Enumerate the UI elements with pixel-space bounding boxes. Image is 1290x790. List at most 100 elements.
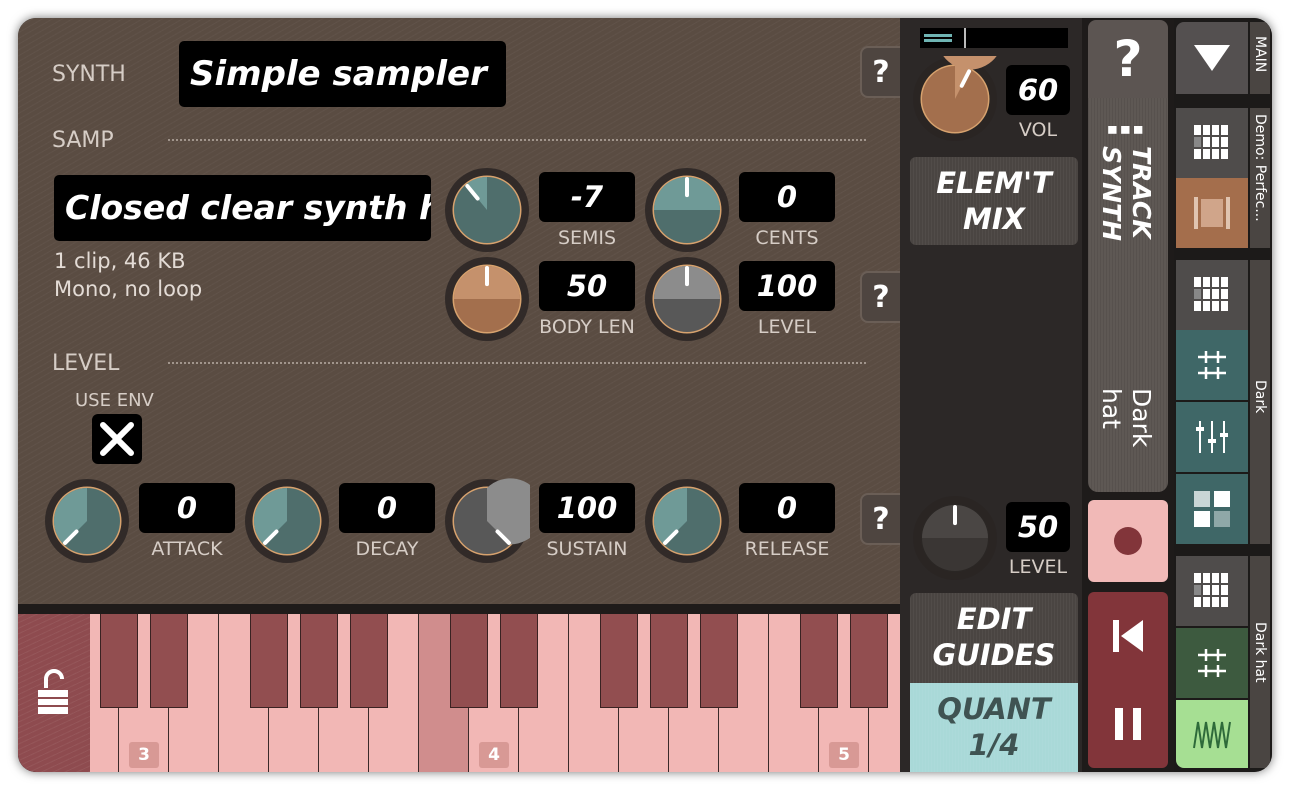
mixer-column: 60 VOL ELEM'T MIX 50 LEVEL EDIT GUIDES Q…: [900, 18, 1082, 772]
help-button[interactable]: ?: [860, 46, 900, 98]
record-button[interactable]: [1088, 500, 1168, 582]
mixer-level-label: LEVEL: [1008, 556, 1068, 578]
black-key[interactable]: [350, 614, 388, 708]
octave-label: 4: [479, 742, 509, 768]
black-key[interactable]: [250, 614, 288, 708]
decay-knob[interactable]: [244, 478, 330, 564]
sliders-button[interactable]: [1176, 402, 1248, 472]
sample-info-mono: Mono, no loop: [54, 277, 203, 301]
group3-tag: Dark hat: [1250, 556, 1270, 768]
sustain-label: SUSTAIN: [546, 538, 628, 560]
vol-value[interactable]: 60: [1006, 65, 1070, 115]
pads-button[interactable]: [1176, 474, 1248, 544]
samp-section-label: SAMP: [52, 128, 114, 153]
sample-info-clips: 1 clip, 46 KB: [54, 249, 186, 273]
attack-knob[interactable]: [44, 478, 130, 564]
synth-label: SYNTH: [52, 62, 126, 87]
quant-button[interactable]: QUANT 1/4: [910, 683, 1078, 772]
black-key[interactable]: [800, 614, 838, 708]
vol-label: VOL: [1018, 119, 1058, 141]
semis-value[interactable]: -7: [539, 172, 635, 222]
body-len-value[interactable]: 50: [539, 261, 635, 311]
collapse-button[interactable]: [1176, 22, 1248, 94]
black-key[interactable]: [600, 614, 638, 708]
black-key[interactable]: [150, 614, 188, 708]
semis-label: SEMIS: [557, 227, 617, 249]
level-divider: [168, 362, 866, 364]
black-key[interactable]: [650, 614, 688, 708]
routing-button-2[interactable]: [1176, 628, 1248, 698]
pads-icon: [1194, 491, 1230, 527]
black-key[interactable]: [450, 614, 488, 708]
black-key[interactable]: [850, 614, 888, 708]
octave-label: 3: [129, 742, 159, 768]
black-key[interactable]: [300, 614, 338, 708]
group3-label: Dark hat: [1252, 622, 1268, 683]
decay-label: DECAY: [355, 538, 419, 560]
cents-knob[interactable]: [644, 167, 730, 253]
body-len-knob[interactable]: [444, 256, 530, 342]
triangle-down-icon: [1194, 45, 1230, 71]
attack-label: ATTACK: [151, 538, 223, 560]
sustain-value[interactable]: 100: [539, 483, 635, 533]
black-key[interactable]: [500, 614, 538, 708]
routing-button[interactable]: [1176, 330, 1248, 400]
edit-guides-line1: EDIT: [956, 602, 1032, 636]
samp-level-label: LEVEL: [757, 316, 817, 338]
mixer-level-value[interactable]: 50: [1006, 502, 1070, 552]
samp-level-value[interactable]: 100: [739, 261, 835, 311]
record-icon: [1114, 527, 1142, 555]
quant-line2: 1/4: [968, 728, 1020, 762]
group2-label: Dark: [1252, 380, 1268, 414]
attack-value[interactable]: 0: [139, 483, 235, 533]
grid-button-1[interactable]: [1176, 108, 1248, 178]
cents-value[interactable]: 0: [739, 172, 835, 222]
waveform-icon: [1193, 721, 1231, 749]
quant-line1: QUANT: [937, 692, 1051, 726]
black-key[interactable]: [700, 614, 738, 708]
track-column: ? ⋮ TRACK SYNTH Dark hat: [1082, 18, 1174, 772]
semis-knob[interactable]: [444, 167, 530, 253]
track-name-label: Dark hat: [1097, 388, 1156, 448]
synth-name-field[interactable]: Simple sampler: [179, 41, 506, 107]
app-frame: SYNTH Simple sampler ? SAMP Closed clear…: [18, 18, 1272, 772]
unlock-icon: [38, 669, 68, 714]
clip-button[interactable]: [1176, 178, 1248, 248]
grid-button-3[interactable]: [1176, 556, 1248, 626]
samp-divider: [168, 139, 866, 141]
release-knob[interactable]: [644, 478, 730, 564]
track-synth-label: TRACK SYNTH: [1097, 146, 1156, 242]
sample-name-field[interactable]: Closed clear synth h: [54, 175, 431, 241]
track-synth-button[interactable]: ⋮ TRACK SYNTH Dark hat: [1088, 98, 1168, 492]
sustain-knob[interactable]: [444, 478, 530, 564]
group1-label: Demo: Perfec...: [1252, 114, 1268, 222]
decay-value[interactable]: 0: [339, 483, 435, 533]
track-help-button[interactable]: ?: [1088, 20, 1168, 98]
black-key[interactable]: [100, 614, 138, 708]
checkbox-x-icon: [100, 422, 134, 456]
grid-icon: [1194, 277, 1228, 311]
rewind-button[interactable]: [1088, 592, 1168, 680]
keyboard-lock-area[interactable]: [18, 614, 90, 772]
samp-level-knob[interactable]: [644, 256, 730, 342]
grid-icon: [1194, 125, 1228, 159]
clip-icon: [1194, 197, 1230, 229]
level-help-button[interactable]: ?: [860, 493, 900, 545]
piano-keyboard: 3 4 5: [18, 604, 900, 772]
samp-help-button[interactable]: ?: [860, 271, 900, 323]
elem-mix-line2: MIX: [962, 202, 1025, 236]
wave-button[interactable]: [1176, 700, 1248, 768]
edit-guides-line2: GUIDES: [932, 638, 1056, 672]
grid-button-2[interactable]: [1176, 260, 1248, 330]
edit-guides-button[interactable]: EDIT GUIDES: [910, 593, 1078, 683]
body-len-label: BODY LEN: [539, 316, 635, 338]
pause-button[interactable]: [1088, 680, 1168, 768]
release-value[interactable]: 0: [739, 483, 835, 533]
sliders-icon: [1196, 421, 1228, 453]
elem-mix-button[interactable]: ELEM'T MIX: [910, 157, 1078, 245]
release-label: RELEASE: [744, 538, 830, 560]
routing-icon: [1198, 351, 1226, 379]
use-env-checkbox[interactable]: [92, 414, 142, 464]
group1-tag: Demo: Perfec...: [1250, 108, 1270, 248]
level-meter: [920, 28, 1068, 48]
